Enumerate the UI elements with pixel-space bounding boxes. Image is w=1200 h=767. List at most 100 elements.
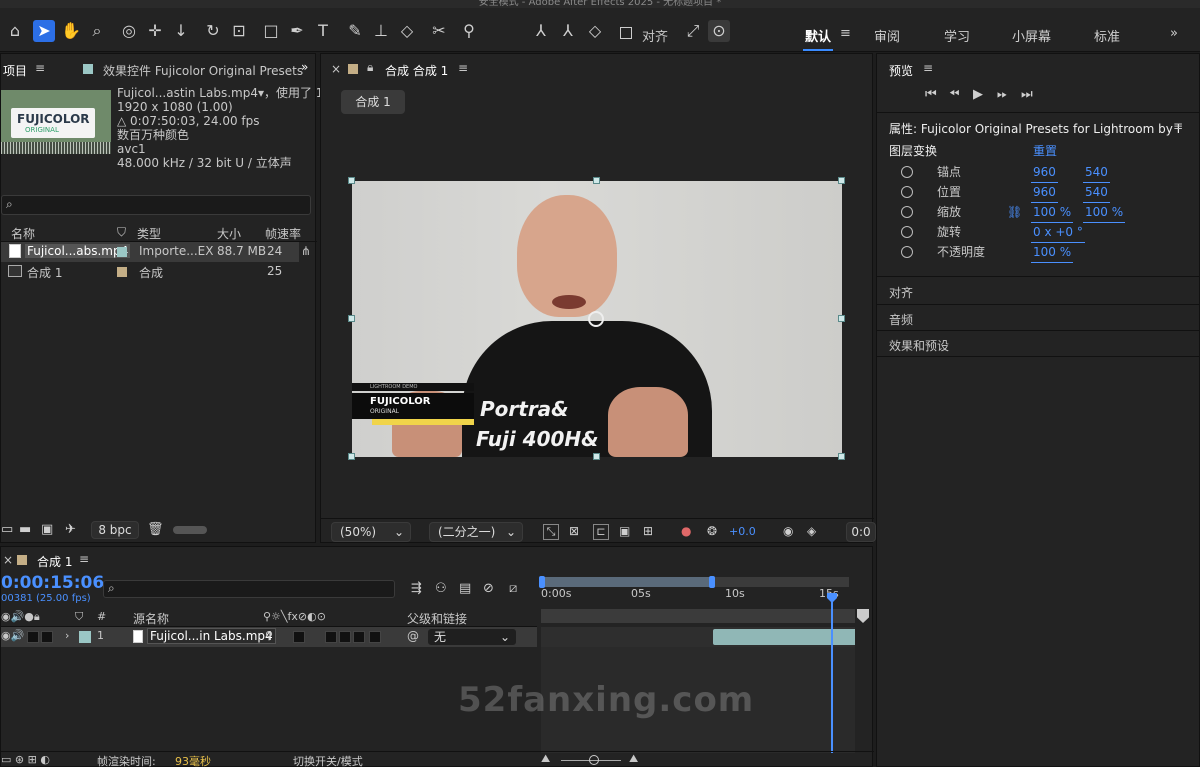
close-tab-icon[interactable]: × xyxy=(3,553,13,567)
timeline-tab[interactable]: 合成 1 xyxy=(37,553,72,570)
stopwatch-icon[interactable] xyxy=(901,186,913,198)
timeline-search-input[interactable]: ⌕ xyxy=(103,580,395,598)
motion-blur-switch[interactable] xyxy=(339,631,351,643)
layer-duration-bar[interactable] xyxy=(713,629,855,645)
solo-switch[interactable] xyxy=(27,631,39,643)
stopwatch-icon[interactable] xyxy=(901,246,913,258)
col-size[interactable]: 大小 xyxy=(217,225,241,242)
orbit-camera-icon[interactable]: ◎ xyxy=(118,20,140,42)
rectangle-tool-icon[interactable]: □ xyxy=(260,20,282,42)
zoom-dropdown[interactable]: (50%) ⌄ xyxy=(331,522,411,542)
last-frame-icon[interactable]: ⏭ xyxy=(1021,87,1033,102)
playhead-line[interactable] xyxy=(831,601,833,753)
panel-menu-icon[interactable]: ≡ xyxy=(35,61,45,75)
transform-handle-tr[interactable] xyxy=(838,177,845,184)
footage-label-color[interactable] xyxy=(117,247,127,257)
transform-handle-bl[interactable] xyxy=(348,453,355,460)
anchor-point-icon[interactable] xyxy=(588,311,604,327)
workspace-default[interactable]: 默认 xyxy=(805,26,831,45)
workspace-review[interactable]: 审阅 xyxy=(874,26,900,45)
graph-editor-icon[interactable]: ⧄ xyxy=(509,581,517,596)
project-row-footage[interactable]: Fujicol...abs.mp4 Importe...EX 88.7 MB 2… xyxy=(1,242,299,262)
switches-column-icons[interactable]: ⚲☼╲fx⊘◐⊙ xyxy=(263,610,326,623)
play-icon[interactable]: ▶ xyxy=(973,87,983,102)
col-fps[interactable]: 帧速率 xyxy=(265,225,301,242)
new-folder-icon[interactable]: ▬ xyxy=(19,522,31,537)
show-snapshot-icon[interactable]: ◈ xyxy=(807,524,816,538)
comp-end-marker[interactable] xyxy=(857,609,869,623)
axis-world-icon[interactable]: ⅄ xyxy=(557,20,579,42)
viewer-frame[interactable]: Portra& Fuji 400H& LIGHTROOM DEMO FUJICO… xyxy=(352,181,842,457)
preview-menu-icon[interactable]: ≡ xyxy=(923,61,933,75)
quality-switch[interactable] xyxy=(293,631,305,643)
fast-preview-icon[interactable]: ⤡ xyxy=(543,524,559,540)
previous-frame-icon[interactable]: ⏪︎ xyxy=(949,87,959,102)
transform-handle-ml[interactable] xyxy=(348,315,355,322)
prop-value-x[interactable]: 100 % xyxy=(1031,202,1074,223)
label-column-icon[interactable]: ⛉ xyxy=(75,610,83,624)
comp-label-color[interactable] xyxy=(117,267,127,277)
workspace-standard[interactable]: 标准 xyxy=(1094,26,1120,45)
snap-options-icon[interactable]: ⊙ xyxy=(708,20,730,42)
first-frame-icon[interactable]: ⏮ xyxy=(925,87,937,102)
clone-stamp-icon[interactable]: ⊥ xyxy=(370,20,392,42)
workspace-small-screen[interactable]: 小屏幕 xyxy=(1012,26,1051,45)
timeline-navigator[interactable] xyxy=(541,609,855,623)
transform-handle-br[interactable] xyxy=(838,453,845,460)
puppet-pin-icon[interactable]: ⚲ xyxy=(458,20,480,42)
interpret-footage-icon[interactable]: ▭ xyxy=(1,522,13,537)
zoom-tool-icon[interactable]: ⌕ xyxy=(86,20,108,42)
stopwatch-icon[interactable] xyxy=(901,206,913,218)
parent-dropdown[interactable]: 无 ⌄ xyxy=(427,628,517,646)
panel-overflow-icon[interactable]: » xyxy=(301,60,308,74)
av-switches-icon[interactable]: ◉🔊●🔒︎ xyxy=(1,610,40,624)
prop-value-y[interactable]: 540 xyxy=(1083,182,1110,203)
timeline-menu-icon[interactable]: ≡ xyxy=(79,552,89,566)
eraser-tool-icon[interactable]: ◇ xyxy=(396,20,418,42)
fx-switch[interactable] xyxy=(325,631,337,643)
layer-row[interactable]: ◉🔊 › 1 Fujicol...in Labs.mp4 ⚲ @ 无 ⌄ xyxy=(1,627,537,647)
transparency-grid-icon[interactable]: ⊠ xyxy=(569,524,579,538)
transform-handle-bc[interactable] xyxy=(593,453,600,460)
roto-brush-icon[interactable]: ✂ xyxy=(428,20,450,42)
properties-menu-icon[interactable]: ≡ xyxy=(1173,119,1183,133)
3d-switch[interactable] xyxy=(369,631,381,643)
stopwatch-icon[interactable] xyxy=(901,166,913,178)
effects-presets-section[interactable]: 效果和预设 xyxy=(889,337,949,354)
resolution-dropdown[interactable]: (二分之一) ⌄ xyxy=(429,522,523,542)
color-management-icon[interactable]: ❂ xyxy=(707,524,717,538)
toggle-switches-modes[interactable]: 切换开关/模式 xyxy=(293,753,363,767)
bpc-button[interactable]: 8 bpc xyxy=(91,521,139,539)
guides-icon[interactable]: ⊞ xyxy=(643,524,653,538)
snapshot-camera-icon[interactable]: ◉ xyxy=(783,524,793,538)
hand-tool-icon[interactable]: ✋ xyxy=(60,20,82,42)
reset-link[interactable]: 重置 xyxy=(1033,142,1057,159)
stopwatch-icon[interactable] xyxy=(901,226,913,238)
prop-value[interactable]: 0 x +0 ° xyxy=(1031,222,1085,243)
status-toggle-icons[interactable]: ▭ ⊛ ⊞ ◐ xyxy=(1,753,50,766)
exposure-value[interactable]: +0.0 xyxy=(729,525,756,538)
expand-layer-icon[interactable]: › xyxy=(65,629,69,642)
prop-value-x[interactable]: 960 xyxy=(1031,182,1058,203)
comp-mini-flowchart-icon[interactable]: ⇶ xyxy=(411,581,422,596)
transform-handle-mr[interactable] xyxy=(838,315,845,322)
source-name-column[interactable]: 源名称 xyxy=(133,610,169,627)
work-area-end-handle[interactable] xyxy=(709,576,715,588)
prop-value[interactable]: 100 % xyxy=(1031,242,1074,263)
audio-section[interactable]: 音频 xyxy=(889,311,913,328)
current-timecode[interactable]: 0:00:15:06 xyxy=(1,573,104,593)
home-icon[interactable]: ⌂ xyxy=(4,20,26,42)
brush-tool-icon[interactable]: ✎ xyxy=(344,20,366,42)
mask-visibility-icon[interactable]: ⊏ xyxy=(593,524,609,540)
draft-3d-icon[interactable]: ⚇ xyxy=(435,581,447,596)
close-tab-icon[interactable]: × xyxy=(331,62,341,76)
link-icon[interactable]: ⛓ xyxy=(1007,202,1022,222)
region-of-interest-icon[interactable]: ▣ xyxy=(619,524,630,538)
project-row-comp[interactable]: 合成 1 合成 25 xyxy=(1,262,299,282)
comp-breadcrumb[interactable]: 合成 1 xyxy=(341,90,405,114)
prop-value-y[interactable]: 540 xyxy=(1083,162,1110,183)
parent-link-column[interactable]: 父级和链接 xyxy=(407,610,467,627)
zoom-in-icon[interactable]: ⛰ xyxy=(629,752,638,766)
trash-icon[interactable]: 🗑 xyxy=(147,522,164,537)
adjustment-switch[interactable] xyxy=(353,631,365,643)
